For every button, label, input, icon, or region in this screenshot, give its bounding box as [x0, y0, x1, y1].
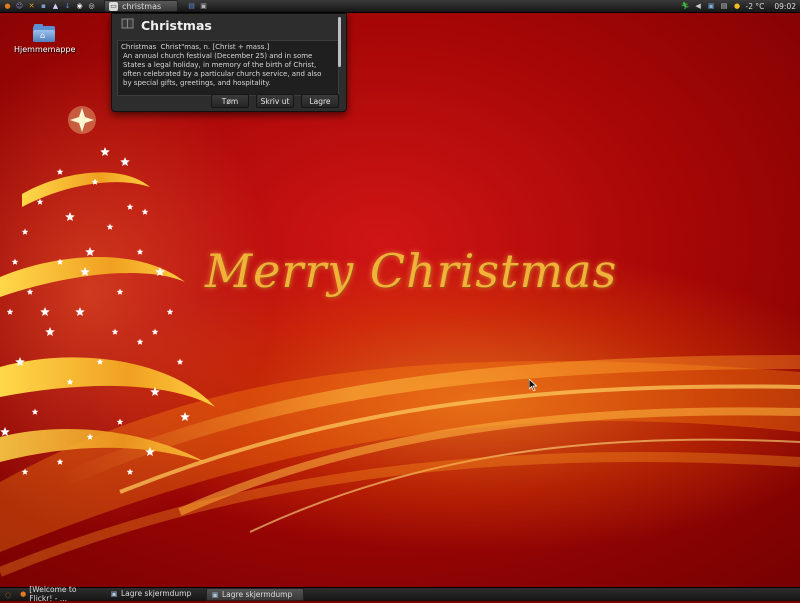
- clear-button[interactable]: Tøm: [211, 94, 249, 108]
- dictionary-word-title: Christmas: [141, 18, 212, 33]
- tree-star-icon: [75, 307, 85, 316]
- tools-icon[interactable]: ✕: [27, 2, 36, 11]
- tree-star-icon: [126, 203, 134, 210]
- tree-star-icon: [151, 328, 159, 335]
- pronunciation: Christ"mas, n. [Christ + mass.]: [160, 43, 270, 51]
- tree-star-icon: [45, 327, 55, 336]
- window-list-item[interactable]: ● [Welcome to Flickr! - ...: [16, 585, 102, 603]
- bottom-panel: ◌ ● [Welcome to Flickr! - ... ▣ Lagre skjer…: [0, 585, 800, 603]
- tree-star-icon: [0, 427, 10, 436]
- print-button[interactable]: Skriv ut: [256, 94, 294, 108]
- tree-star-icon: [106, 223, 114, 230]
- download-icon[interactable]: ↓: [63, 2, 72, 11]
- mail-icon[interactable]: ▲: [51, 2, 60, 11]
- save-button[interactable]: Lagre: [301, 94, 339, 108]
- sun-icon: ●: [733, 1, 741, 10]
- notes-icon[interactable]: ▤: [187, 2, 196, 11]
- launcher-area: ● ☺ ✕ ▪ ▲ ↓ ◉ ◎: [0, 1, 96, 11]
- dictionary-icon: ▭: [109, 1, 118, 11]
- system-tray: 🏃︎ ◀ ▣ ▤ ● -2 °C 09:02: [681, 0, 796, 12]
- tree-star-icon: [6, 308, 14, 315]
- home-folder-label: Hjemmemappe: [14, 45, 76, 54]
- tree-star-icon: [40, 307, 50, 316]
- window-list-item-label: Lagre skjermdump: [222, 590, 293, 599]
- tree-star-icon: [56, 168, 64, 175]
- headword: Christmas: [121, 43, 157, 51]
- merry-christmas-text: Merry Christmas: [205, 244, 618, 298]
- tree-star-icon: [11, 258, 19, 265]
- window-list: ● [Welcome to Flickr! - ... ▣ Lagre skjermd…: [12, 585, 304, 603]
- disc-icon[interactable]: ◉: [75, 2, 84, 11]
- clock[interactable]: 09:02: [774, 2, 796, 11]
- dictionary-button-bar: Tøm Skriv ut Lagre: [112, 93, 346, 109]
- desktop-icon-home-folder[interactable]: ⌂ Hjemmemappe: [14, 24, 76, 54]
- temperature-readout[interactable]: -2 °C: [746, 2, 765, 11]
- applet-icon[interactable]: ▣: [199, 2, 208, 11]
- tree-star-icon: [31, 408, 39, 415]
- taskbar-button-christmas[interactable]: ▭ christmas: [104, 0, 178, 12]
- definition-scrollbar[interactable]: [338, 17, 341, 67]
- tree-star-icon: [176, 358, 184, 365]
- user-icon[interactable]: ☺: [15, 2, 24, 11]
- tree-star-icon: [120, 157, 130, 166]
- tree-star-icon: [136, 248, 144, 255]
- firefox-icon[interactable]: ●: [3, 2, 12, 11]
- tree-star-icon: [141, 208, 149, 215]
- camera-icon: ▣: [211, 590, 219, 599]
- tree-star-icon: [65, 212, 75, 221]
- panel-applets: ▤ ▣: [184, 1, 208, 11]
- window-list-item-label: Lagre skjermdump: [121, 589, 192, 598]
- monitor-icon[interactable]: ▣: [707, 2, 716, 11]
- tree-star-icon: [21, 228, 29, 235]
- running-man-icon[interactable]: 🏃︎: [681, 2, 690, 11]
- network-icon[interactable]: ▤: [720, 2, 729, 11]
- dictionary-window: Christmas Christmas Christ"mas, n. [Chri…: [111, 13, 347, 112]
- chrome-icon[interactable]: ◎: [87, 2, 96, 11]
- taskbar-button-label: christmas: [122, 1, 162, 11]
- home-folder-icon: ⌂: [33, 24, 55, 42]
- tree-star-icon: [111, 328, 119, 335]
- show-desktop-icon[interactable]: ◌: [4, 591, 12, 599]
- tree-star-icon: [116, 418, 124, 425]
- top-panel: ● ☺ ✕ ▪ ▲ ↓ ◉ ◎ ▭ christmas ▤ ▣ 🏃︎ ◀ ▣ ▤ ● -2 °C…: [0, 0, 800, 13]
- definition-text-area[interactable]: Christmas Christ"mas, n. [Christ + mass.…: [117, 40, 339, 96]
- mouse-cursor-icon: [529, 379, 537, 391]
- tree-star-icon: [136, 338, 144, 345]
- window-list-item[interactable]: ▣ Lagre skjermdump: [106, 588, 202, 599]
- camera-icon: ▣: [110, 589, 118, 598]
- firefox-icon: ●: [20, 589, 27, 598]
- terminal-icon[interactable]: ▪: [39, 2, 48, 11]
- definition: An annual church festival (December 25) …: [123, 52, 322, 87]
- tree-star-icon: [26, 288, 34, 295]
- volume-icon[interactable]: ◀: [694, 2, 703, 11]
- window-list-item[interactable]: ▣ Lagre skjermdump: [206, 588, 304, 601]
- tree-star-icon: [166, 308, 174, 315]
- tree-star-icon: [116, 288, 124, 295]
- tree-star-icon: [85, 247, 95, 256]
- tree-star-icon: [100, 147, 110, 156]
- book-icon: [121, 18, 134, 29]
